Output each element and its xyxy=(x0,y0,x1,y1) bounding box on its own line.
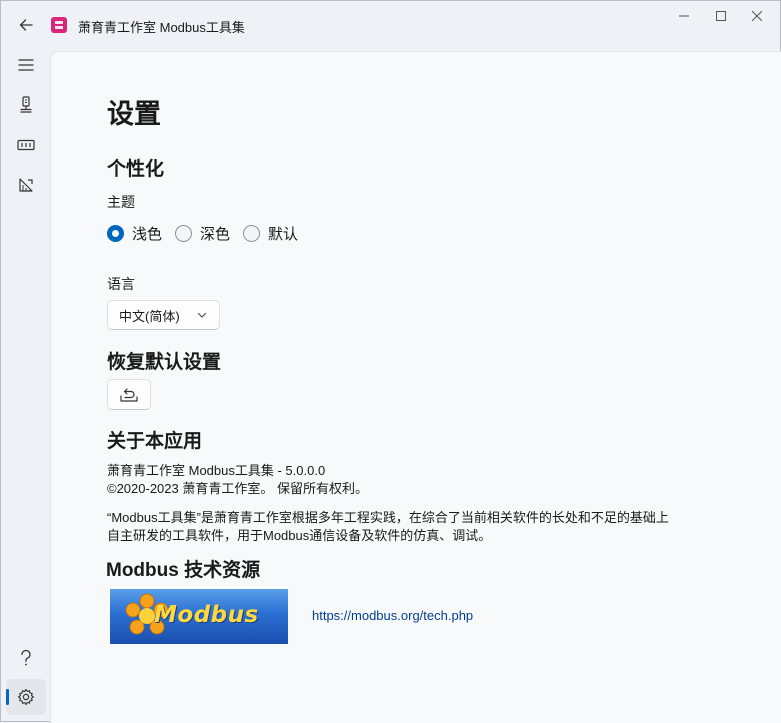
question-icon xyxy=(21,649,31,666)
app-logo-icon xyxy=(51,17,67,33)
back-button[interactable] xyxy=(11,11,41,39)
chevron-down-icon xyxy=(197,312,207,318)
register-icon xyxy=(17,139,35,151)
theme-radio-light[interactable]: 浅色 xyxy=(107,223,162,244)
nav-item-slave[interactable] xyxy=(6,87,46,123)
hamburger-icon xyxy=(18,59,34,71)
selection-indicator xyxy=(6,689,9,705)
minimize-icon xyxy=(679,15,689,17)
language-label: 语言 xyxy=(107,276,135,292)
radio-circle xyxy=(243,225,260,242)
arrow-left-icon xyxy=(19,19,33,31)
title-bar: 萧育青工作室 Modbus工具集 xyxy=(1,1,780,49)
personalization-heading: 个性化 xyxy=(107,159,165,180)
probe-icon xyxy=(20,96,32,113)
modbus-logo[interactable]: Modbus xyxy=(110,589,288,644)
app-window: 萧育青工作室 Modbus工具集 设置 个性化 主题 浅色 深色 默认 语言 中… xyxy=(0,0,781,723)
page-title: 设置 xyxy=(107,99,161,129)
restore-icon xyxy=(120,387,138,402)
settings-page: 设置 个性化 主题 浅色 深色 默认 语言 中文(简体) 恢复默认设置 关于本应… xyxy=(50,51,781,723)
description-line-1: “Modbus工具集”是萧育青工作室根据多年工程实践，在综合了当前相关软件的长处… xyxy=(107,510,669,525)
radio-circle xyxy=(107,225,124,242)
restore-defaults-button[interactable] xyxy=(107,379,151,410)
radio-label: 默认 xyxy=(268,226,299,243)
language-value: 中文(简体) xyxy=(119,308,180,324)
modbus-logo-text: Modbus xyxy=(154,602,259,628)
version-text: 萧育青工作室 Modbus工具集 - 5.0.0.0 xyxy=(107,463,326,478)
language-dropdown[interactable]: 中文(简体) xyxy=(107,300,220,330)
restore-heading: 恢复默认设置 xyxy=(107,352,222,373)
theme-radio-dark[interactable]: 深色 xyxy=(175,223,230,244)
maximize-icon xyxy=(716,11,726,21)
nav-item-settings[interactable] xyxy=(6,679,46,715)
window-title: 萧育青工作室 Modbus工具集 xyxy=(78,20,245,35)
ruler-icon xyxy=(19,178,33,192)
resources-heading: Modbus 技术资源 xyxy=(106,560,261,581)
close-icon xyxy=(752,11,762,21)
radio-label: 深色 xyxy=(200,226,231,243)
about-heading: 关于本应用 xyxy=(107,431,203,452)
hamburger-menu-button[interactable] xyxy=(6,47,46,83)
theme-label: 主题 xyxy=(107,194,135,210)
close-button[interactable] xyxy=(734,1,780,31)
radio-label: 浅色 xyxy=(132,226,163,243)
modbus-tech-link[interactable]: https://modbus.org/tech.php xyxy=(312,608,473,623)
gear-icon xyxy=(17,688,34,706)
theme-radio-default[interactable]: 默认 xyxy=(243,223,298,244)
description-line-2: 自主研发的工具软件，用于Modbus通信设备及软件的仿真、调试。 xyxy=(107,528,492,543)
nav-item-master[interactable] xyxy=(6,127,46,163)
help-button[interactable] xyxy=(6,640,46,676)
radio-circle xyxy=(175,225,192,242)
copyright-text: ©2020-2023 萧育青工作室。 保留所有权利。 xyxy=(107,481,368,496)
nav-item-tools[interactable] xyxy=(6,167,46,203)
